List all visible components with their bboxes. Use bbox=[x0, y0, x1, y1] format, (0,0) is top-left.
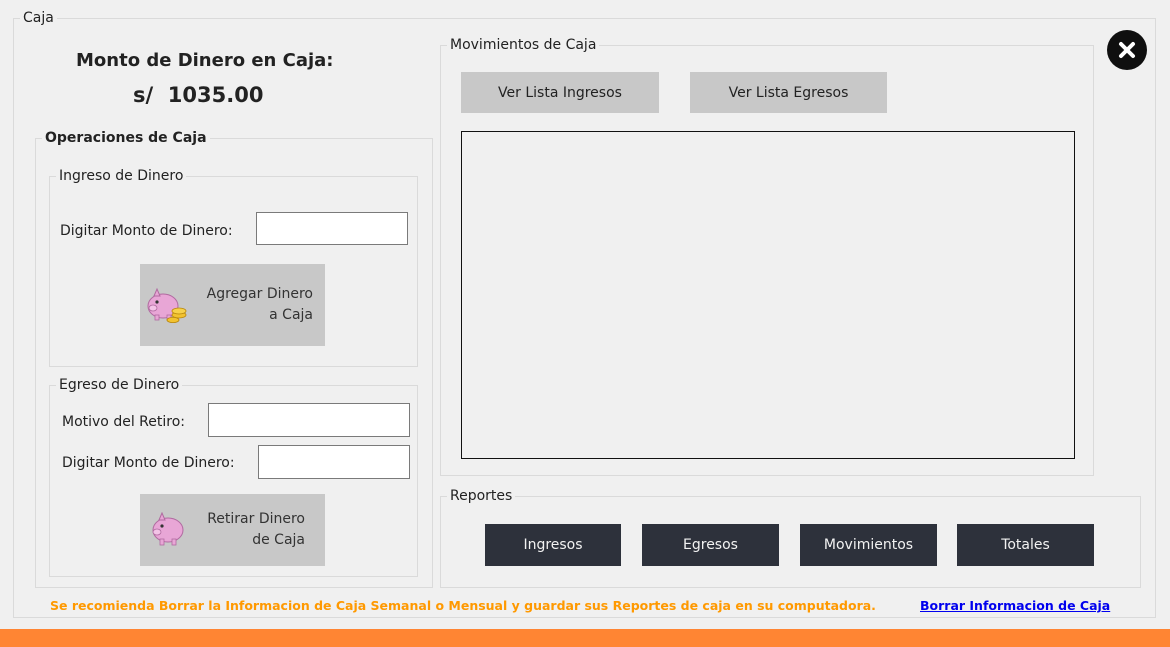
withdraw-money-label-2: de Caja bbox=[252, 532, 305, 548]
close-icon bbox=[1119, 42, 1135, 58]
bottom-accent-bar bbox=[0, 629, 1170, 647]
deposit-legend: Ingreso de Dinero bbox=[59, 168, 184, 184]
close-button[interactable] bbox=[1107, 30, 1147, 70]
piggy-bank-icon bbox=[152, 512, 184, 546]
report-totals-button[interactable]: Totales bbox=[957, 524, 1094, 566]
withdraw-legend: Egreso de Dinero bbox=[59, 377, 180, 393]
deposit-amount-label: Digitar Monto de Dinero: bbox=[60, 223, 233, 239]
deposit-amount-input[interactable] bbox=[256, 212, 408, 245]
cleanup-notice: Se recomienda Borrar la Informacion de C… bbox=[50, 598, 876, 613]
withdraw-money-label-1: Retirar Dinero bbox=[207, 511, 305, 527]
withdraw-reason-input[interactable] bbox=[208, 403, 410, 437]
add-money-button[interactable]: Agregar Dinero a Caja bbox=[140, 264, 325, 346]
withdraw-amount-label: Digitar Monto de Dinero: bbox=[62, 455, 235, 471]
caja-legend: Caja bbox=[23, 10, 54, 26]
movements-list[interactable] bbox=[461, 131, 1075, 459]
cash-amount-title: Monto de Dinero en Caja: bbox=[76, 50, 334, 71]
cash-amount-value: 1035.00 bbox=[167, 83, 264, 107]
withdraw-reason-label: Motivo del Retiro: bbox=[62, 414, 185, 430]
piggy-bank-coins-icon bbox=[147, 287, 187, 323]
cash-amount-display: s/ 1035.00 bbox=[133, 83, 263, 107]
clear-cash-info-link[interactable]: Borrar Informacion de Caja bbox=[920, 598, 1110, 613]
operations-legend: Operaciones de Caja bbox=[45, 130, 207, 146]
withdraw-money-button[interactable]: Retirar Dinero de Caja bbox=[140, 494, 325, 566]
add-money-label-1: Agregar Dinero bbox=[206, 286, 313, 302]
report-movements-button[interactable]: Movimientos bbox=[800, 524, 937, 566]
view-expenses-button[interactable]: Ver Lista Egresos bbox=[690, 72, 887, 113]
currency-symbol: s/ bbox=[133, 83, 154, 107]
reports-legend: Reportes bbox=[450, 488, 513, 504]
report-expenses-button[interactable]: Egresos bbox=[642, 524, 779, 566]
add-money-label-2: a Caja bbox=[269, 307, 313, 323]
movements-legend: Movimientos de Caja bbox=[450, 37, 597, 53]
withdraw-amount-input[interactable] bbox=[258, 445, 410, 479]
report-incomes-button[interactable]: Ingresos bbox=[485, 524, 621, 566]
view-incomes-button[interactable]: Ver Lista Ingresos bbox=[461, 72, 659, 113]
